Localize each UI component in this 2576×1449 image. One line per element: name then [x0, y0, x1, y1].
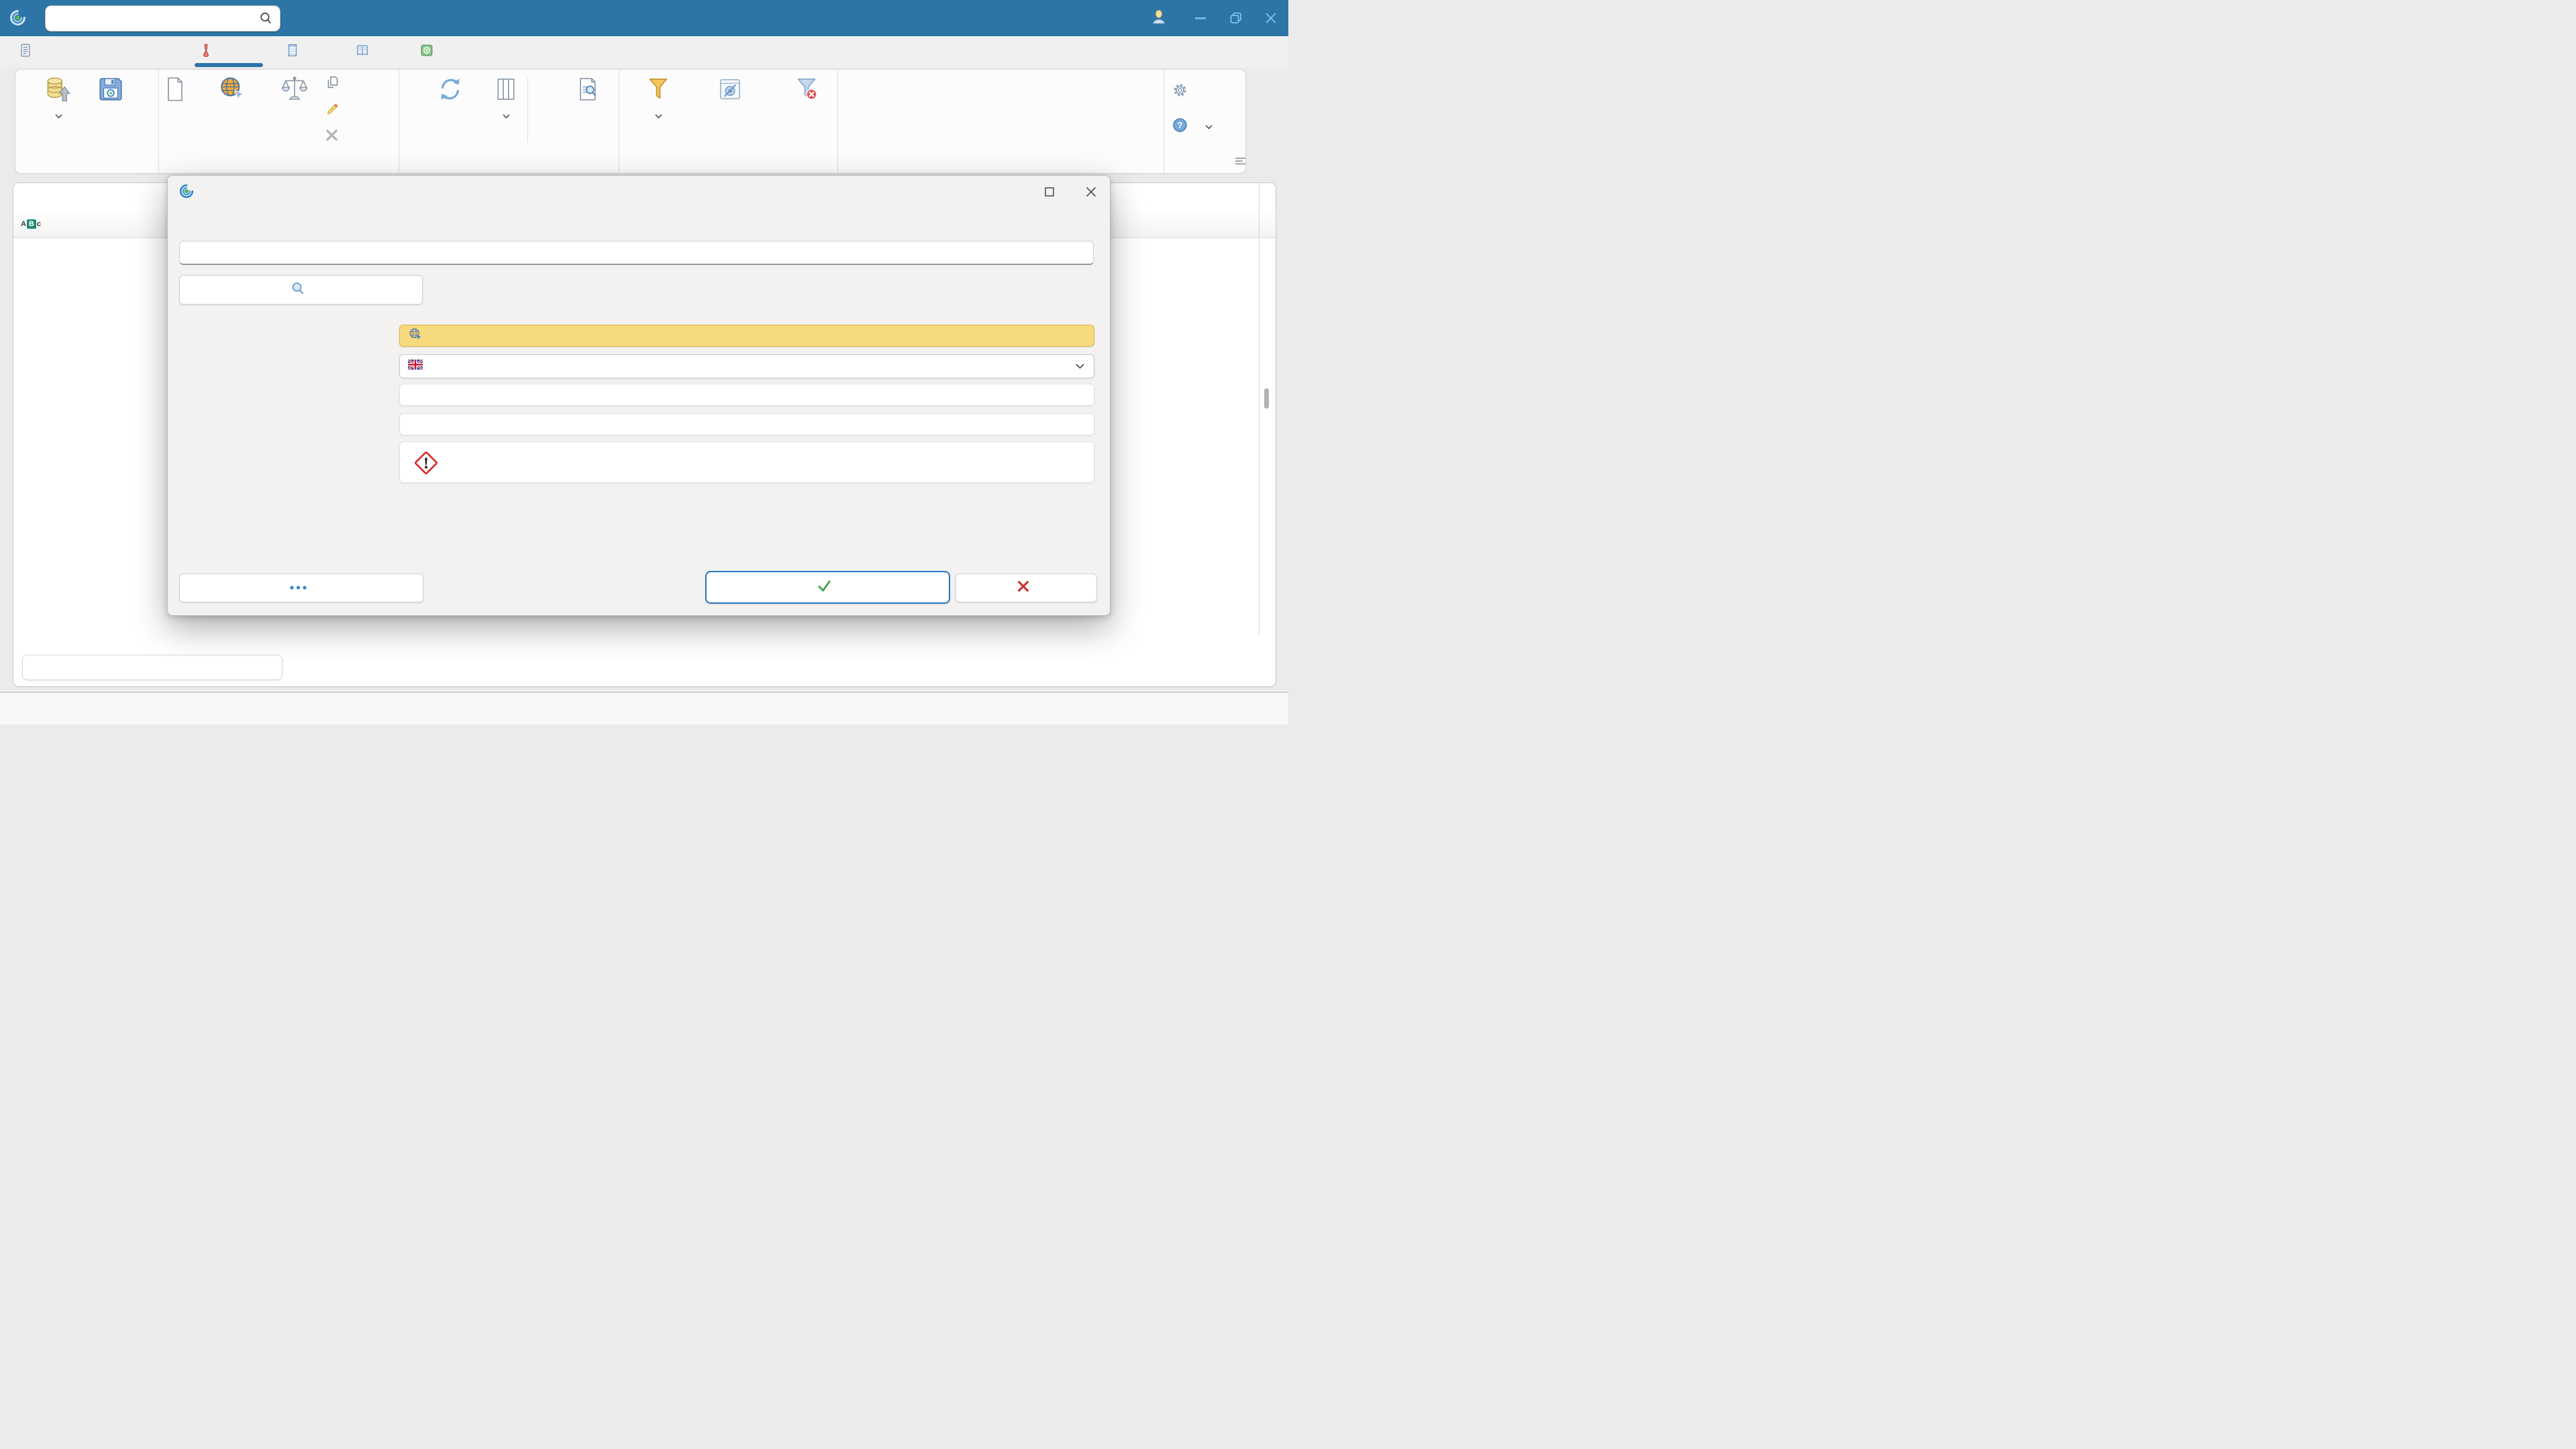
tab-parametri-controllo[interactable] — [419, 36, 439, 67]
funnel-cancel-icon — [780, 72, 833, 106]
ribbon-tabs — [0, 36, 1288, 67]
tab-schede-dati-sicurezza[interactable] — [18, 36, 38, 67]
dialog-close-button[interactable] — [1086, 186, 1096, 201]
close-button[interactable] — [1253, 0, 1288, 36]
hide-sblcore-button[interactable] — [680, 70, 780, 114]
x-delete-icon — [325, 129, 338, 145]
global-search-input[interactable] — [54, 7, 252, 30]
query-input[interactable] — [179, 241, 1094, 265]
group-label-filter — [633, 159, 837, 170]
dialog-search-button[interactable] — [179, 275, 423, 305]
group-menu-icon[interactable] — [1235, 156, 1245, 168]
uk-flag-icon — [407, 358, 423, 373]
ellipsis-dots-icon — [289, 582, 307, 594]
floppy-export-icon — [85, 72, 136, 106]
ribbon: ? — [15, 69, 1246, 174]
cas-field — [399, 384, 1094, 406]
group-label-view — [422, 159, 628, 170]
target-icon — [419, 43, 434, 61]
x-cancel-icon — [1017, 580, 1030, 596]
other-classifications-button[interactable] — [179, 574, 423, 602]
group-label-files — [33, 159, 140, 170]
document-search-icon — [548, 72, 628, 106]
globe-icon — [408, 327, 422, 345]
search-icon[interactable] — [258, 11, 273, 29]
import-button[interactable] — [33, 70, 84, 119]
globe-search-icon — [203, 72, 260, 106]
refresh-button[interactable] — [422, 70, 478, 114]
tab-contatti[interactable] — [285, 36, 305, 67]
pencil-icon — [325, 102, 340, 119]
tab-frasi[interactable] — [355, 36, 374, 67]
ce-field — [399, 413, 1094, 435]
find-substance-button[interactable] — [203, 70, 260, 114]
gear-icon — [1172, 83, 1188, 101]
delete-button[interactable] — [325, 128, 406, 146]
database-import-icon — [33, 72, 84, 106]
substance-list-button[interactable] — [548, 70, 628, 114]
flask-icon — [199, 43, 213, 61]
classification-field: ! — [399, 441, 1094, 483]
ricerca-dialog: ! — [167, 175, 1111, 616]
chevron-down-icon — [33, 114, 84, 119]
question-icon: ? — [1172, 117, 1188, 136]
scales-icon — [260, 72, 329, 106]
minimize-button[interactable] — [1184, 0, 1219, 36]
app-logo-icon — [9, 9, 27, 30]
group-label-apps — [1176, 159, 1224, 170]
name-dropdown[interactable] — [399, 354, 1094, 378]
sds-document-icon — [18, 43, 33, 61]
ghs07-exclamation-pictogram: ! — [411, 447, 442, 482]
new-document-icon — [146, 72, 205, 106]
compare-button[interactable] — [260, 70, 329, 114]
group-label-substances — [173, 159, 399, 170]
status-bar — [0, 693, 1288, 724]
svg-text:!: ! — [423, 455, 429, 472]
filter-button[interactable] — [638, 70, 678, 119]
chevron-down-icon — [480, 114, 531, 119]
columns-icon — [480, 72, 531, 106]
refresh-icon — [422, 72, 478, 106]
hidden-eye-icon — [680, 72, 780, 106]
check-icon — [817, 579, 831, 596]
cancel-dialog-button[interactable] — [956, 574, 1097, 602]
restore-button[interactable] — [1219, 0, 1253, 36]
edit-button[interactable] — [325, 102, 406, 119]
building-icon — [285, 43, 300, 61]
columns-button[interactable] — [480, 70, 531, 119]
create-substance-button[interactable] — [705, 571, 950, 604]
book-icon — [355, 43, 370, 61]
help-button[interactable]: ? — [1172, 118, 1213, 136]
dialog-logo-icon — [178, 183, 195, 203]
export-button[interactable] — [85, 70, 136, 114]
duplicate-button[interactable] — [325, 75, 406, 93]
source-field — [399, 325, 1094, 347]
settings-button[interactable] — [1172, 83, 1194, 101]
vertical-scrollbar[interactable] — [1264, 388, 1269, 409]
chevron-down-icon[interactable] — [1076, 360, 1084, 372]
clear-filters-button[interactable] — [780, 70, 833, 114]
titlebar — [0, 0, 1288, 36]
chevron-down-icon — [1205, 121, 1213, 133]
copy-icon — [325, 75, 340, 93]
dialog-maximize-button[interactable] — [1045, 187, 1054, 200]
new-substance-button[interactable] — [146, 70, 205, 114]
global-search[interactable] — [45, 5, 280, 32]
user-avatar-icon[interactable] — [1150, 8, 1168, 29]
record-navigator — [22, 655, 282, 680]
search-icon — [291, 281, 305, 299]
svg-text:?: ? — [1178, 120, 1183, 130]
chevron-down-icon — [638, 114, 678, 119]
funnel-icon — [638, 72, 678, 106]
active-tab-indicator — [195, 63, 263, 67]
